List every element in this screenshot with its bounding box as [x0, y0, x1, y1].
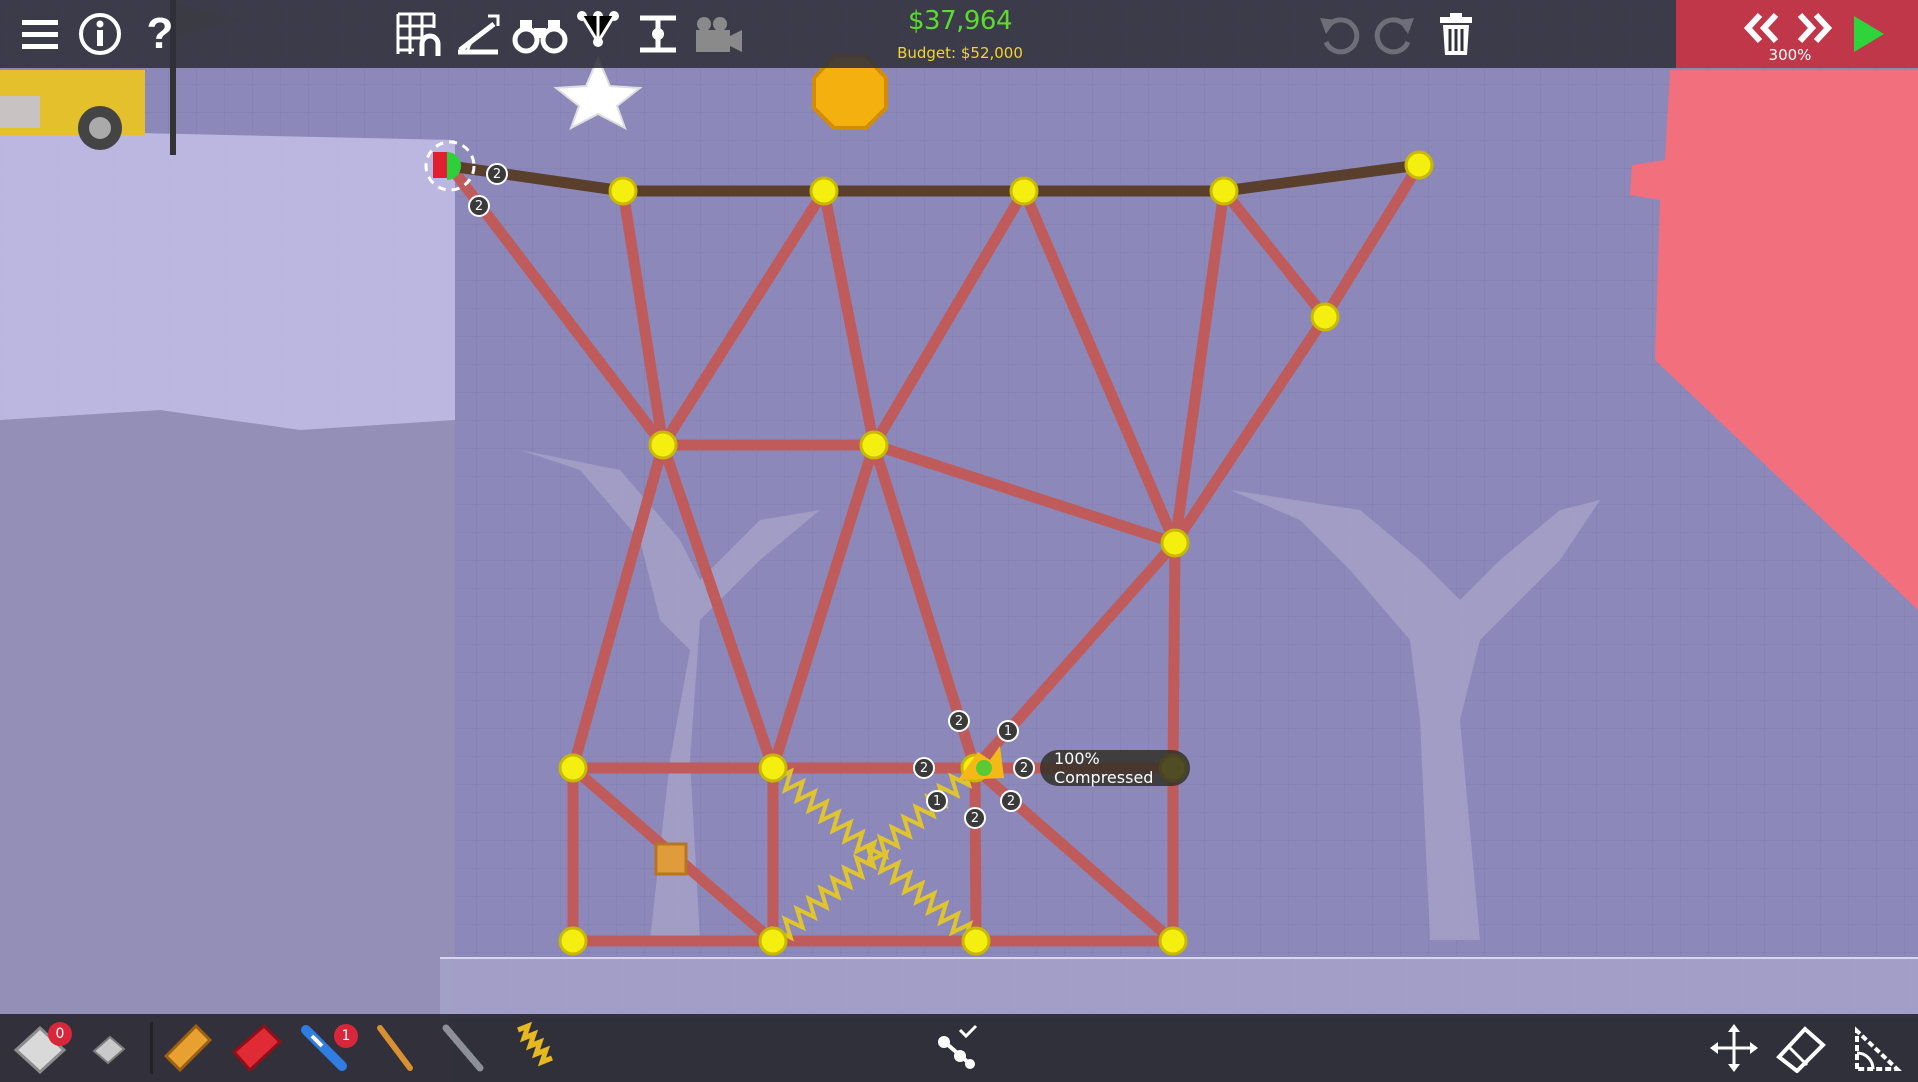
- spring-icon: [517, 1022, 553, 1067]
- joint[interactable]: [558, 753, 588, 783]
- help-button[interactable]: ?: [140, 9, 180, 58]
- menu-button[interactable]: [18, 12, 62, 56]
- joint-index-badge: 2: [1000, 790, 1022, 812]
- joint-index-badge: 2: [1013, 757, 1035, 779]
- joint[interactable]: [608, 176, 638, 206]
- joint-index-badge: 1: [997, 720, 1019, 742]
- triangle-edit-icon: [1855, 1026, 1903, 1071]
- divider: [150, 1022, 153, 1074]
- cliff-shadow: [0, 410, 455, 1082]
- joint[interactable]: [1158, 926, 1188, 956]
- material-eraser-stack[interactable]: 0: [10, 1020, 72, 1076]
- joint-index-badge: 2: [468, 195, 490, 217]
- joint[interactable]: [558, 926, 588, 956]
- joint[interactable]: [648, 430, 678, 460]
- steel-cable-icon: [442, 1024, 484, 1072]
- joint[interactable]: [758, 926, 788, 956]
- small-eraser-icon: [92, 1035, 126, 1065]
- joint[interactable]: [961, 926, 991, 956]
- redo-button[interactable]: [1372, 12, 1420, 56]
- reinforced-road-icon: [231, 1023, 283, 1073]
- crate: [654, 842, 688, 876]
- eraser-icon: [1776, 1026, 1826, 1073]
- slow-down-button[interactable]: [1740, 8, 1784, 48]
- camera-icon: [696, 17, 742, 52]
- compression-tooltip: 100% Compressed: [1040, 749, 1190, 787]
- material-reinforced-road[interactable]: [228, 1022, 284, 1074]
- joint[interactable]: [758, 753, 788, 783]
- cost-display: $37,964: [907, 6, 1013, 36]
- undo-icon: [1320, 17, 1360, 55]
- split-joints-button[interactable]: [930, 1022, 986, 1074]
- question-icon: ?: [146, 9, 174, 58]
- info-icon: [79, 13, 121, 55]
- edit-shape-button[interactable]: [1850, 1022, 1904, 1074]
- ramp-icon: [458, 14, 500, 55]
- joint[interactable]: [1209, 176, 1239, 206]
- undo-button[interactable]: [1314, 12, 1362, 56]
- budget-display: Budget: $52,000: [897, 44, 1023, 62]
- joint-index-badge: 2: [964, 807, 986, 829]
- grid-anchor-button[interactable]: [394, 10, 442, 58]
- joint-select-button[interactable]: [574, 8, 622, 60]
- top-toolbar: ? $37,964 Budget: $52,000 300%: [0, 0, 1918, 68]
- speed-up-button[interactable]: [1792, 8, 1836, 48]
- hydraulic-count-badge: 1: [334, 1024, 358, 1048]
- joint[interactable]: [859, 430, 889, 460]
- ramp-button[interactable]: [454, 10, 502, 58]
- joint[interactable]: [809, 176, 839, 206]
- material-road[interactable]: [160, 1022, 216, 1074]
- joint[interactable]: [1404, 150, 1434, 180]
- resize-icon: [640, 15, 676, 53]
- hamburger-icon: [22, 20, 58, 49]
- joint-index-badge: 2: [913, 757, 935, 779]
- binoculars-button[interactable]: [512, 10, 568, 58]
- camera-button[interactable]: [690, 10, 746, 58]
- joint-index-badge: 2: [486, 163, 508, 185]
- joint-select-icon: [577, 11, 619, 47]
- trash-icon: [1440, 13, 1472, 55]
- road-plank-icon: [163, 1023, 213, 1073]
- speed-display: 300%: [1768, 46, 1812, 64]
- material-spring[interactable]: [506, 1022, 562, 1074]
- wood-beam[interactable]: [1167, 537, 1181, 774]
- joint-index-badge: 2: [948, 710, 970, 732]
- eraser-count-badge: 0: [48, 1022, 72, 1046]
- joint[interactable]: [1310, 302, 1340, 332]
- move-tool-button[interactable]: [1708, 1022, 1760, 1074]
- materials-bar: 0 1: [0, 1014, 1918, 1082]
- game-viewport[interactable]: 222122122 100% Compressed ? $37,964 Budg…: [0, 0, 1918, 1082]
- material-hydraulic[interactable]: 1: [298, 1022, 358, 1074]
- wood-beam[interactable]: [969, 762, 982, 947]
- redo-icon: [1374, 17, 1414, 55]
- material-cable[interactable]: [436, 1022, 492, 1074]
- fast-forward-icon: [1797, 12, 1833, 44]
- resize-button[interactable]: [634, 10, 682, 58]
- play-button[interactable]: [1846, 12, 1890, 56]
- eraser-tool-button[interactable]: [1774, 1022, 1828, 1074]
- rewind-icon: [1743, 12, 1779, 44]
- material-wood[interactable]: [368, 1022, 424, 1074]
- joint[interactable]: [1009, 176, 1039, 206]
- wood-beam-icon: [377, 1025, 413, 1071]
- play-icon: [1854, 16, 1884, 52]
- material-small-eraser[interactable]: [90, 1030, 128, 1066]
- move-icon: [1710, 1024, 1758, 1072]
- build-canvas[interactable]: [0, 0, 1918, 1082]
- joint[interactable]: [1160, 528, 1190, 558]
- info-button[interactable]: [78, 12, 122, 56]
- split-joints-icon: [938, 1024, 978, 1069]
- grid-anchor-icon: [396, 12, 441, 56]
- joint-index-badge: 1: [926, 790, 948, 812]
- binoculars-icon: [512, 20, 568, 54]
- delete-button[interactable]: [1432, 10, 1480, 58]
